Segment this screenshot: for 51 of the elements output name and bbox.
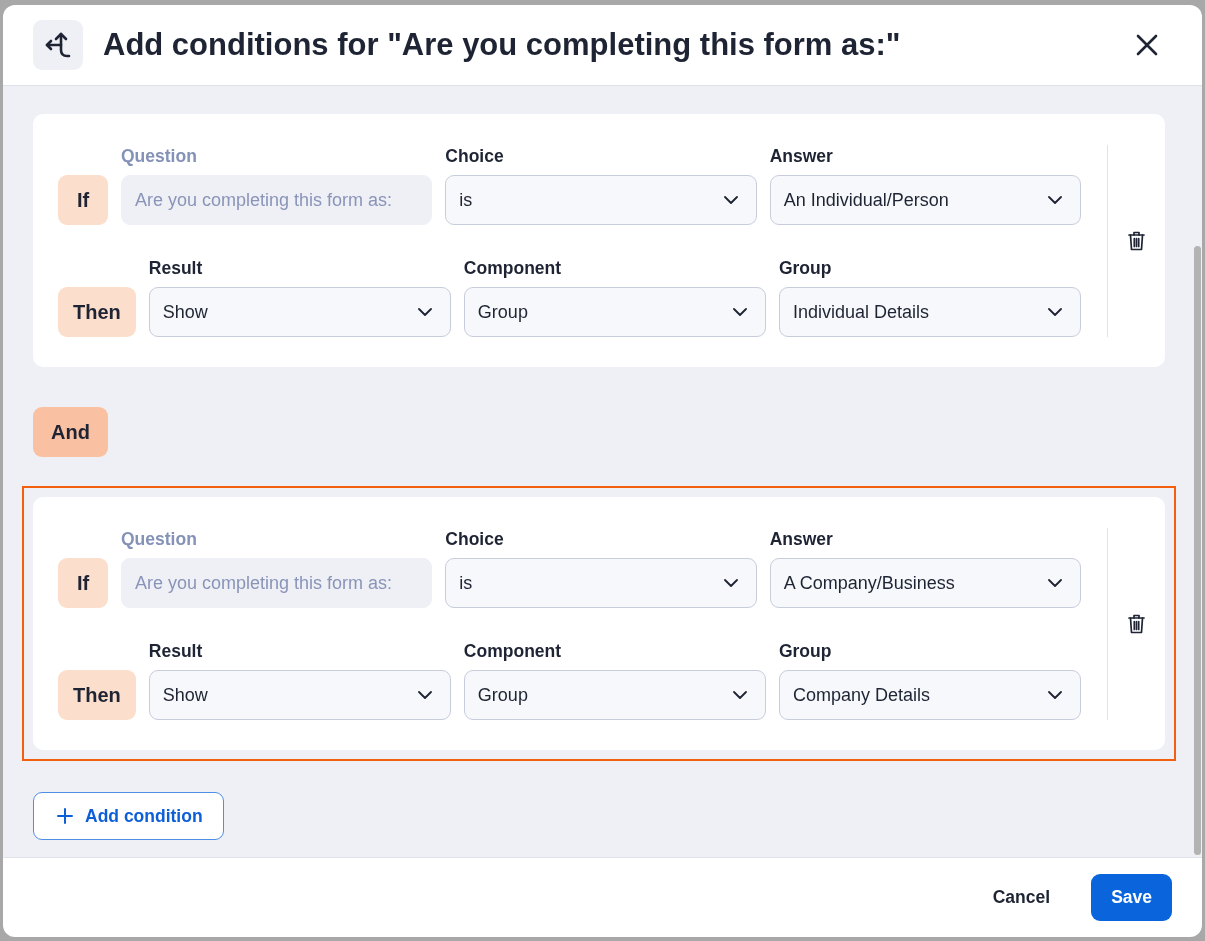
field-label: Answer xyxy=(769,145,833,167)
field-label: Question xyxy=(121,145,197,167)
dropdown[interactable]: Group xyxy=(463,670,766,720)
delete-button[interactable] xyxy=(1128,614,1145,634)
chevron-down-icon xyxy=(1048,579,1062,587)
close-button[interactable] xyxy=(1136,34,1158,56)
keyword-chip: If xyxy=(58,558,108,608)
trash-icon xyxy=(1128,231,1145,251)
dropdown[interactable]: is xyxy=(445,558,757,608)
field-label: Group xyxy=(778,640,832,662)
text-field: Are you completing this form as: xyxy=(121,558,433,608)
dropdown[interactable]: Individual Details xyxy=(778,287,1081,337)
operator-chip: And xyxy=(33,407,108,457)
delete-button[interactable] xyxy=(1128,231,1145,251)
add-condition-button[interactable]: Add condition xyxy=(33,792,224,840)
chevron-down-icon xyxy=(732,308,747,316)
dropdown[interactable]: A Company/Business xyxy=(769,558,1081,608)
chevron-down-icon xyxy=(417,308,432,316)
dialog-title: Add conditions for "Are you completing this form as:" xyxy=(103,27,902,63)
chevron-down-icon xyxy=(1048,691,1062,699)
chevron-down-icon xyxy=(732,691,747,699)
chevron-down-icon xyxy=(723,579,738,587)
chevron-down-icon xyxy=(1048,196,1062,204)
keyword-chip: Then xyxy=(58,670,136,720)
field-label: Answer xyxy=(769,528,833,550)
scrollbar-thumb[interactable] xyxy=(1194,246,1201,855)
chevron-down-icon xyxy=(723,196,738,204)
dropdown[interactable]: Show xyxy=(148,670,451,720)
dropdown[interactable]: Company Details xyxy=(778,670,1081,720)
field-label: Choice xyxy=(445,528,504,550)
close-icon xyxy=(1136,34,1158,56)
save-button[interactable]: Save xyxy=(1091,874,1172,921)
text-field: Are you completing this form as: xyxy=(121,175,433,225)
chevron-down-icon xyxy=(1048,308,1062,316)
dropdown[interactable]: is xyxy=(445,175,757,225)
plus-icon xyxy=(57,808,73,824)
field-label: Question xyxy=(121,528,197,550)
keyword-chip: If xyxy=(58,175,108,225)
field-label: Choice xyxy=(445,145,504,167)
field-label: Result xyxy=(148,640,203,662)
field-label: Component xyxy=(463,640,562,662)
dropdown[interactable]: Show xyxy=(148,287,451,337)
dropdown[interactable]: An Individual/Person xyxy=(769,175,1081,225)
trash-icon xyxy=(1128,614,1145,634)
field-label: Result xyxy=(148,257,203,279)
field-label: Group xyxy=(778,257,832,279)
chevron-down-icon xyxy=(417,691,432,699)
field-label: Component xyxy=(463,257,562,279)
keyword-chip: Then xyxy=(58,287,136,337)
dropdown[interactable]: Group xyxy=(463,287,766,337)
cancel-button[interactable]: Cancel xyxy=(980,877,1063,918)
